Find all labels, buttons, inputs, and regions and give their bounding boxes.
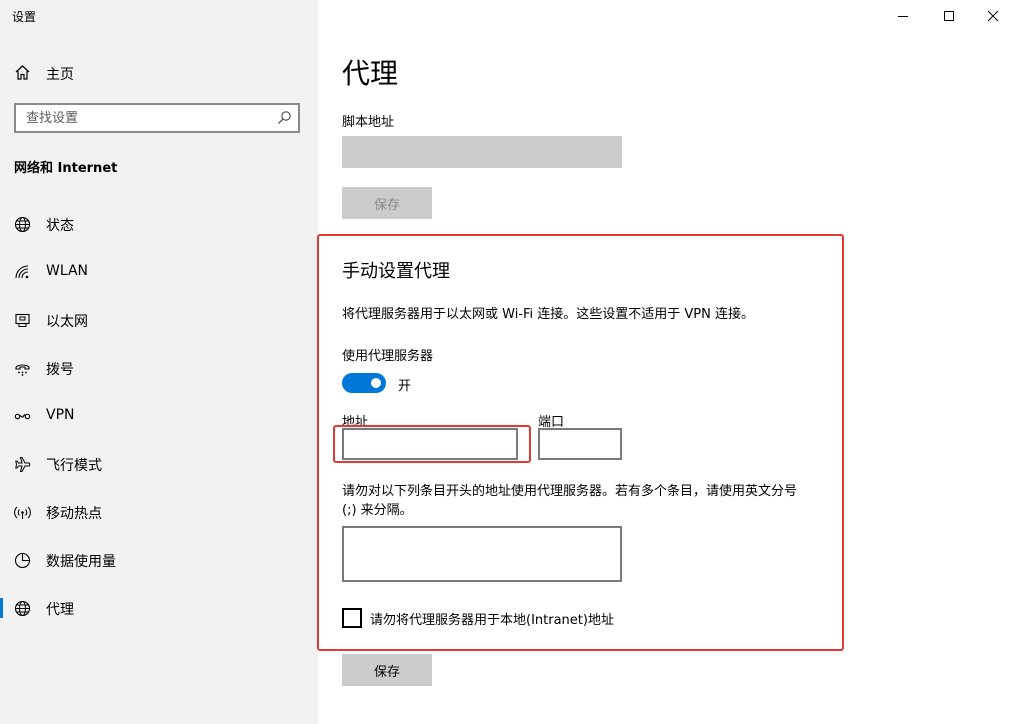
search-input[interactable] — [16, 105, 266, 131]
use-proxy-toggle[interactable] — [342, 373, 386, 393]
maximize-icon — [943, 7, 955, 26]
sidebar-item-label: 以太网 — [46, 314, 88, 330]
save-button[interactable]: 保存 — [342, 654, 432, 686]
script-address-label: 脚本地址 — [342, 115, 395, 130]
script-address-input[interactable] — [342, 136, 622, 168]
local-address-checkbox-label[interactable]: 请勿将代理服务器用于本地(Intranet)地址 — [370, 609, 614, 628]
sidebar-item-label: 飞行模式 — [46, 458, 102, 474]
sidebar-item-label: WLAN — [46, 263, 89, 279]
port-input[interactable] — [538, 428, 622, 460]
sidebar-item-wlan[interactable]: WLAN — [0, 252, 318, 292]
home-icon — [14, 64, 31, 85]
data-usage-icon — [14, 552, 31, 569]
section-title: 网络和 Internet — [14, 161, 118, 176]
sidebar-item-ethernet[interactable]: 以太网 — [0, 300, 318, 340]
search-icon[interactable] — [276, 110, 292, 126]
dialup-icon — [14, 360, 31, 377]
manual-proxy-description: 将代理服务器用于以太网或 Wi-Fi 连接。这些设置不适用于 VPN 连接。 — [342, 307, 755, 322]
sidebar-item-status[interactable]: 状态 — [0, 204, 318, 244]
use-proxy-label: 使用代理服务器 — [342, 349, 434, 364]
ethernet-icon — [14, 312, 31, 329]
hotspot-icon — [14, 504, 31, 521]
airplane-icon — [14, 456, 31, 473]
sidebar-item-label: 移动热点 — [46, 506, 102, 522]
sidebar-home[interactable]: 主页 — [14, 62, 304, 86]
minimize-icon — [897, 7, 909, 26]
local-address-checkbox[interactable] — [342, 608, 362, 628]
sidebar-item-data-usage[interactable]: 数据使用量 — [0, 540, 318, 580]
sidebar-item-label: 数据使用量 — [46, 554, 116, 570]
toggle-knob — [371, 378, 381, 388]
sidebar: 设置 主页 网络和 Internet 状态 WLAN 以太网 — [0, 0, 318, 724]
active-indicator — [0, 598, 3, 618]
toggle-state-label: 开 — [398, 379, 412, 394]
page-title: 代理 — [342, 57, 399, 90]
exceptions-description: 请勿对以下列条目开头的地址使用代理服务器。若有多个条目，请使用英文分号 (;) … — [342, 484, 798, 518]
sidebar-item-label: 状态 — [46, 218, 74, 234]
globe-status-icon — [14, 216, 31, 233]
manual-proxy-title: 手动设置代理 — [342, 261, 450, 282]
close-icon — [987, 7, 999, 26]
exceptions-input[interactable] — [342, 526, 622, 582]
address-highlight — [333, 425, 531, 463]
maximize-button[interactable] — [926, 0, 972, 32]
sidebar-item-label: 拨号 — [46, 362, 74, 378]
sidebar-item-vpn[interactable]: VPN — [0, 396, 318, 436]
wifi-icon — [14, 264, 31, 281]
minimize-button[interactable] — [880, 0, 926, 32]
sidebar-item-airplane-mode[interactable]: 飞行模式 — [0, 444, 318, 484]
sidebar-home-label: 主页 — [46, 67, 74, 83]
sidebar-item-proxy[interactable]: 代理 — [0, 588, 318, 628]
window-title: 设置 — [12, 10, 37, 24]
sidebar-item-mobile-hotspot[interactable]: 移动热点 — [0, 492, 318, 532]
search-box[interactable] — [14, 103, 300, 133]
close-button[interactable] — [970, 0, 1014, 32]
sidebar-item-dialup[interactable]: 拨号 — [0, 348, 318, 388]
sidebar-item-label: 代理 — [46, 602, 74, 618]
script-save-button[interactable]: 保存 — [342, 187, 432, 219]
vpn-icon — [14, 408, 31, 425]
globe-icon — [14, 600, 31, 617]
sidebar-item-label: VPN — [46, 407, 75, 423]
